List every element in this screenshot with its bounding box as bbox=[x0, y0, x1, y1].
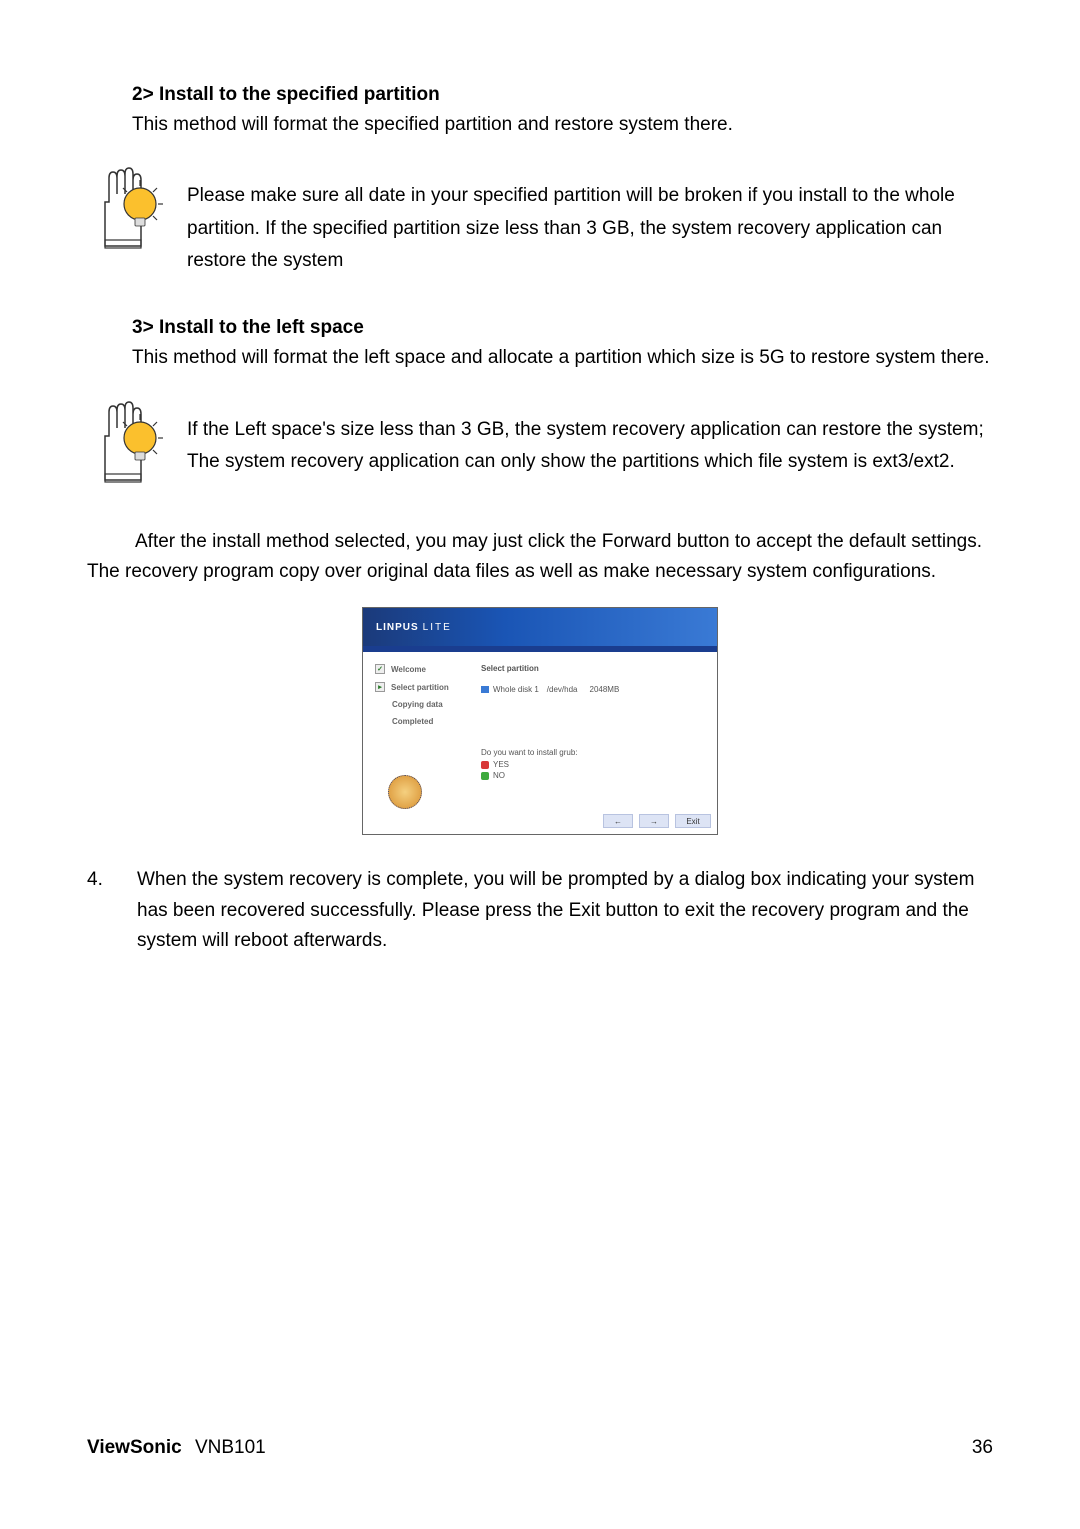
step-4-number: 4. bbox=[87, 865, 137, 956]
disk-label: Whole disk 1 bbox=[493, 685, 539, 694]
step-welcome: ✓ Welcome bbox=[375, 664, 473, 674]
back-button[interactable]: ← bbox=[603, 814, 633, 828]
section-3-heading: 3> Install to the left space bbox=[132, 317, 993, 339]
step-welcome-label: Welcome bbox=[391, 665, 426, 674]
step-completed: Completed bbox=[375, 717, 473, 726]
footer-brand: ViewSonic bbox=[87, 1437, 182, 1458]
checkmark-icon: ✓ bbox=[375, 664, 385, 674]
forward-button[interactable]: → bbox=[639, 814, 669, 828]
section-3-intro: This method will format the left space a… bbox=[87, 343, 993, 373]
installer-titlebar: LINPUS LITE bbox=[363, 608, 717, 646]
installer-sidebar: ✓ Welcome ▸ Select partition Copying dat… bbox=[363, 652, 473, 834]
exit-button[interactable]: Exit bbox=[675, 814, 711, 828]
step-copying: Copying data bbox=[375, 700, 473, 709]
arrow-icon: ▸ bbox=[375, 682, 385, 692]
hand-bulb-icon bbox=[87, 392, 177, 487]
after-install-body: After the install method selected, you m… bbox=[87, 531, 982, 582]
grub-no-option[interactable]: NO bbox=[481, 771, 705, 780]
after-install-text: After the install method selected, you m… bbox=[87, 527, 993, 588]
step-select-label: Select partition bbox=[391, 683, 449, 692]
step-4-text: When the system recovery is complete, yo… bbox=[137, 865, 993, 956]
footer-model: VNB101 bbox=[195, 1437, 266, 1458]
radio-icon bbox=[481, 772, 489, 780]
disk-icon bbox=[481, 686, 489, 693]
installer-brand-suffix: LITE bbox=[423, 622, 452, 633]
grub-no-label: NO bbox=[493, 771, 505, 780]
step-copying-label: Copying data bbox=[392, 700, 443, 709]
step-4-item: 4. When the system recovery is complete,… bbox=[87, 865, 993, 956]
linpus-logo-icon bbox=[388, 775, 422, 809]
radio-icon bbox=[481, 761, 489, 769]
page-number: 36 bbox=[972, 1437, 993, 1459]
section-2-intro: This method will format the specified pa… bbox=[132, 110, 993, 140]
installer-screenshot: LINPUS LITE ✓ Welcome ▸ Select partition… bbox=[362, 607, 718, 835]
installer-brand: LINPUS bbox=[376, 622, 419, 633]
disk-device: /dev/hda bbox=[547, 685, 578, 694]
page-footer: ViewSonic VNB101 36 bbox=[87, 1437, 993, 1459]
step-completed-label: Completed bbox=[392, 717, 433, 726]
grub-yes-option[interactable]: YES bbox=[481, 760, 705, 769]
callout-2: If the Left space's size less than 3 GB,… bbox=[87, 392, 993, 487]
callout-1: Please make sure all date in your specif… bbox=[87, 158, 993, 277]
installer-main: Select partition Whole disk 1 /dev/hda 2… bbox=[473, 652, 717, 834]
section-2-heading: 2> Install to the specified partition bbox=[132, 84, 993, 106]
grub-yes-label: YES bbox=[493, 760, 509, 769]
callout-2-text: If the Left space's size less than 3 GB,… bbox=[187, 392, 993, 479]
callout-1-text: Please make sure all date in your specif… bbox=[187, 158, 993, 277]
step-select-partition: ▸ Select partition bbox=[375, 682, 473, 692]
hand-bulb-icon bbox=[87, 158, 177, 253]
disk-option-row[interactable]: Whole disk 1 /dev/hda 2048MB bbox=[481, 685, 705, 694]
disk-size: 2048MB bbox=[590, 685, 620, 694]
main-panel-title: Select partition bbox=[481, 664, 705, 673]
grub-question: Do you want to install grub: bbox=[481, 748, 705, 757]
